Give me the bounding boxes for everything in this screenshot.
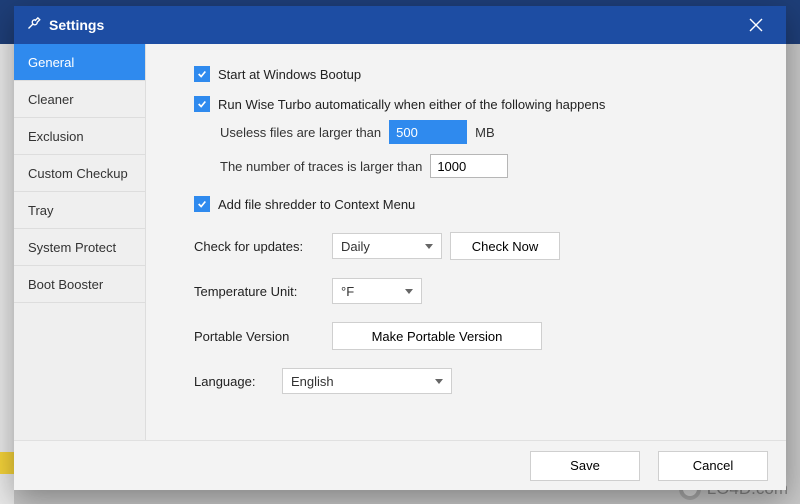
sidebar-item-label: Boot Booster [28, 277, 103, 292]
select-value: Daily [341, 239, 370, 254]
bg-yellow-chip [0, 452, 14, 474]
updates-frequency-select[interactable]: Daily [332, 233, 442, 259]
portable-label: Portable Version [194, 329, 324, 344]
close-button[interactable] [738, 6, 774, 44]
settings-panel-general: Start at Windows Bootup Run Wise Turbo a… [146, 44, 786, 440]
language-select[interactable]: English [282, 368, 452, 394]
sidebar-item-tray[interactable]: Tray [14, 192, 145, 229]
sidebar-item-general[interactable]: General [14, 44, 145, 81]
button-label: Cancel [693, 458, 733, 473]
chevron-down-icon [435, 379, 443, 384]
select-value: English [291, 374, 334, 389]
checkbox-label: Run Wise Turbo automatically when either… [218, 97, 605, 112]
checkmark-icon [194, 96, 210, 112]
bg-side [0, 44, 14, 504]
check-now-button[interactable]: Check Now [450, 232, 560, 260]
checkbox-label: Start at Windows Bootup [218, 67, 361, 82]
checkbox-file-shredder[interactable]: Add file shredder to Context Menu [194, 196, 415, 212]
checkmark-icon [194, 196, 210, 212]
settings-dialog: Settings General Cleaner Exclusion Custo… [14, 6, 786, 490]
cancel-button[interactable]: Cancel [658, 451, 768, 481]
sidebar-item-system-protect[interactable]: System Protect [14, 229, 145, 266]
sidebar-item-exclusion[interactable]: Exclusion [14, 118, 145, 155]
checkbox-label: Add file shredder to Context Menu [218, 197, 415, 212]
button-label: Check Now [472, 239, 538, 254]
sidebar: General Cleaner Exclusion Custom Checkup… [14, 44, 146, 440]
language-label: Language: [194, 374, 274, 389]
temperature-unit-select[interactable]: °F [332, 278, 422, 304]
checkbox-start-at-boot[interactable]: Start at Windows Bootup [194, 66, 361, 82]
unit-label: MB [475, 125, 495, 140]
sidebar-item-custom-checkup[interactable]: Custom Checkup [14, 155, 145, 192]
make-portable-button[interactable]: Make Portable Version [332, 322, 542, 350]
sidebar-item-label: Exclusion [28, 129, 84, 144]
updates-label: Check for updates: [194, 239, 324, 254]
sidebar-item-label: System Protect [28, 240, 116, 255]
button-label: Make Portable Version [372, 329, 503, 344]
select-value: °F [341, 284, 354, 299]
temperature-label: Temperature Unit: [194, 284, 324, 299]
chevron-down-icon [405, 289, 413, 294]
close-icon [749, 18, 763, 32]
save-button[interactable]: Save [530, 451, 640, 481]
dialog-title: Settings [49, 17, 104, 33]
checkbox-auto-run[interactable]: Run Wise Turbo automatically when either… [194, 96, 605, 112]
sidebar-item-label: Cleaner [28, 92, 74, 107]
sidebar-item-label: Tray [28, 203, 54, 218]
titlebar[interactable]: Settings [14, 6, 786, 44]
traces-count-input[interactable] [430, 154, 508, 178]
chevron-down-icon [425, 244, 433, 249]
button-label: Save [570, 458, 600, 473]
sidebar-item-label: Custom Checkup [28, 166, 128, 181]
wrench-icon [26, 16, 41, 34]
rule-label: Useless files are larger than [220, 125, 381, 140]
useless-files-size-input[interactable] [389, 120, 467, 144]
rule-label: The number of traces is larger than [220, 159, 422, 174]
sidebar-item-boot-booster[interactable]: Boot Booster [14, 266, 145, 303]
checkmark-icon [194, 66, 210, 82]
sidebar-item-cleaner[interactable]: Cleaner [14, 81, 145, 118]
sidebar-item-label: General [28, 55, 74, 70]
dialog-footer: Save Cancel [14, 440, 786, 490]
